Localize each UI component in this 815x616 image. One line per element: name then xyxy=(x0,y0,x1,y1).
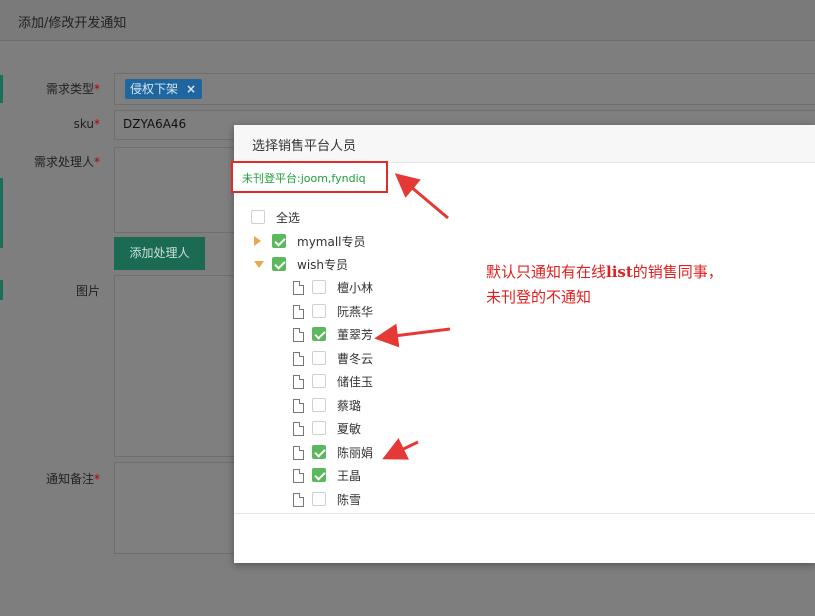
member-label: 阮燕华 xyxy=(337,304,374,319)
member-label: 夏敏 xyxy=(337,422,362,436)
annotation-line-1: 默认只通知有在线list的销售同事， xyxy=(486,263,723,281)
file-icon xyxy=(293,398,304,413)
member-label: 陈丽娟 xyxy=(337,445,374,460)
member-label: 王晶 xyxy=(337,469,362,483)
file-icon xyxy=(293,304,304,319)
member-checkbox[interactable] xyxy=(312,374,326,388)
member-label: 檀小林 xyxy=(337,281,374,295)
outer-dialog-header: 添加/修改开发通知 xyxy=(0,0,815,41)
file-icon xyxy=(293,492,304,507)
file-icon xyxy=(293,328,304,342)
member-label: 陈雪 xyxy=(337,492,362,507)
select-all-label: 全选 xyxy=(276,211,301,225)
modal-title: 选择销售平台人员 xyxy=(252,139,357,154)
member-label: 董翠芳 xyxy=(337,328,374,342)
member-checkbox[interactable] xyxy=(312,397,326,412)
member-checkbox[interactable] xyxy=(312,327,326,341)
outer-dialog-title: 添加/修改开发通知 xyxy=(18,16,127,31)
group-label-wish: wish专员 xyxy=(297,258,349,272)
annotation-line-2: 未刊登的不通知 xyxy=(486,288,592,306)
sku-label: sku* xyxy=(73,117,100,131)
file-icon xyxy=(293,351,304,366)
select-sales-staff-modal: 选择销售平台人员 未刊登平台:joom,fyndiq 全选 mymall专员 w… xyxy=(231,125,815,563)
demand-type-label: 需求类型* xyxy=(45,82,100,96)
file-icon xyxy=(293,422,304,436)
member-checkbox[interactable] xyxy=(312,350,326,365)
close-icon[interactable]: × xyxy=(186,82,196,96)
member-label: 储佳玉 xyxy=(337,375,374,389)
remark-label: 通知备注* xyxy=(45,472,100,486)
member-label: 曹冬云 xyxy=(337,351,374,366)
image-label: 图片 xyxy=(75,284,100,298)
file-icon xyxy=(293,445,304,460)
caret-down-icon[interactable] xyxy=(254,261,264,268)
member-checkbox[interactable] xyxy=(312,303,326,318)
left-accent-strip xyxy=(0,178,3,248)
file-icon xyxy=(293,375,304,389)
demand-type-select[interactable] xyxy=(114,73,815,105)
caret-right-icon[interactable] xyxy=(254,236,261,246)
demand-type-tag: 侵权下架 × xyxy=(125,79,203,99)
unlisted-platforms-highlight: 未刊登平台:joom,fyndiq xyxy=(231,161,388,193)
modal-footer-divider xyxy=(234,513,815,514)
member-checkbox[interactable] xyxy=(312,468,326,482)
member-checkbox[interactable] xyxy=(312,280,326,294)
file-icon xyxy=(293,281,304,295)
annotation-note: 默认只通知有在线list的销售同事， 未刊登的不通知 xyxy=(486,260,723,310)
group-checkbox-mymall[interactable] xyxy=(272,234,286,248)
member-checkbox[interactable] xyxy=(312,491,326,506)
select-all-checkbox[interactable] xyxy=(251,210,265,224)
modal-header: 选择销售平台人员 xyxy=(234,125,815,163)
add-handler-button[interactable]: 添加处理人 xyxy=(114,237,205,270)
member-checkbox[interactable] xyxy=(312,421,326,435)
sku-value: DZYA6A46 xyxy=(123,117,187,131)
handler-label: 需求处理人* xyxy=(33,155,100,169)
unlisted-platforms-text: 未刊登平台:joom,fyndiq xyxy=(242,172,366,185)
group-label-mymall: mymall专员 xyxy=(297,235,366,249)
file-icon xyxy=(293,469,304,483)
member-checkbox[interactable] xyxy=(312,444,326,459)
group-checkbox-wish[interactable] xyxy=(272,257,286,271)
member-label: 蔡璐 xyxy=(337,398,362,413)
demand-type-tag-label: 侵权下架 xyxy=(130,82,179,96)
